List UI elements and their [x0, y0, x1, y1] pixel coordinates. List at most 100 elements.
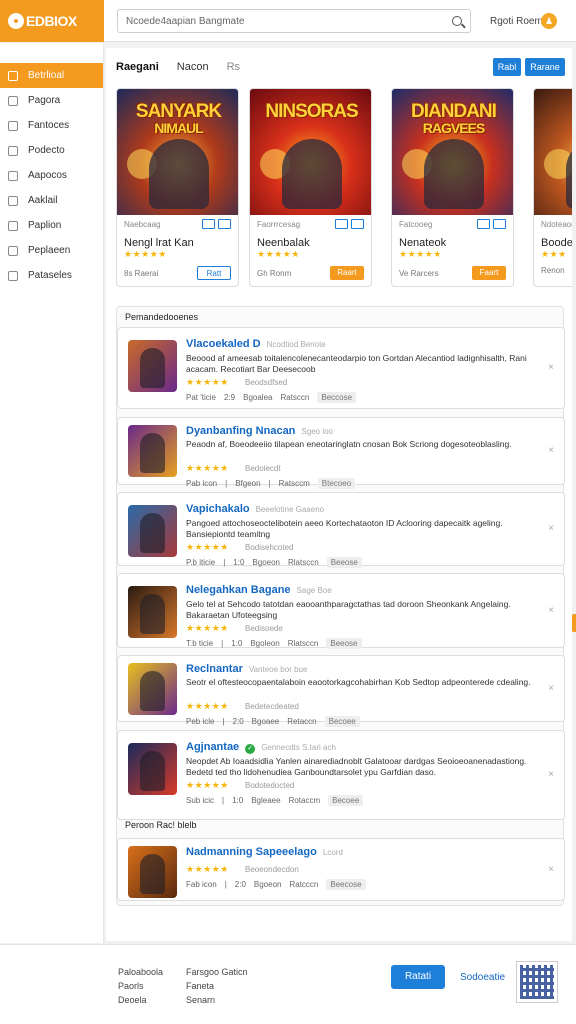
card-badges	[202, 219, 231, 229]
get-button[interactable]: Ratt	[197, 266, 231, 280]
star-rating: ★★★★★	[186, 542, 229, 552]
tab-3[interactable]: Rs	[227, 61, 240, 73]
item-tag: Beodsdfsed	[245, 378, 288, 387]
game-thumbnail[interactable]	[128, 586, 177, 638]
sidebar-item[interactable]: Peplaeen	[0, 238, 103, 263]
footer-link-blue[interactable]: Sodoeatie	[460, 972, 505, 983]
item-meta: 2:0	[232, 717, 244, 726]
close-icon[interactable]: ×	[548, 683, 554, 694]
item-tag: Bedoiecdt	[245, 464, 281, 473]
card-meta: Ndoteaog Boode★★★ Renon	[534, 215, 572, 279]
game-thumbnail[interactable]	[128, 743, 177, 795]
card-title[interactable]: Nengl lrat Kan	[124, 237, 231, 249]
close-icon[interactable]: ×	[548, 769, 554, 780]
sidebar-item[interactable]: Paplion	[0, 213, 103, 238]
star-rating: ★★★★★	[186, 377, 229, 387]
nav-icon	[8, 95, 18, 106]
footer-link[interactable]: Faneta	[186, 979, 248, 993]
sidebar-item[interactable]: Pagora	[0, 88, 103, 113]
list-item[interactable]: Nadmanning Sapeeelago Lcord ★★★★★ Beoeondec…	[117, 838, 565, 901]
featured-game-card[interactable]: NAS Ndoteaog Boode★★★ Renon	[533, 88, 572, 287]
item-title[interactable]: Nadmanning Sapeeelago	[186, 846, 317, 858]
item-title[interactable]: Vapichakalo	[186, 503, 250, 515]
sidebar-item[interactable]: Aapocos	[0, 163, 103, 188]
item-tag: Bedetecdeated	[245, 702, 299, 711]
card-title[interactable]: Nenateok	[399, 237, 506, 249]
game-thumbnail[interactable]	[128, 340, 177, 392]
game-cover-image[interactable]: NAS	[534, 89, 572, 215]
close-icon[interactable]: ×	[548, 523, 554, 534]
platform-icon	[351, 219, 364, 229]
sidebar-item[interactable]: Podecto	[0, 138, 103, 163]
sidebar-item[interactable]: Pataseles	[0, 263, 103, 288]
card-category: Naebcaag	[124, 219, 161, 229]
close-icon[interactable]: ×	[548, 605, 554, 616]
item-title[interactable]: Vlacoekaled D	[186, 338, 261, 350]
card-footer-row: Renon	[541, 266, 572, 275]
footer-link[interactable]: Senarn	[186, 993, 248, 1007]
game-thumbnail[interactable]	[128, 663, 177, 715]
item-meta: Retaccn	[287, 717, 317, 726]
item-description: Gelo tel at Sehcodo tatotdan eaooanthpar…	[186, 599, 511, 620]
footer-link[interactable]: Farsgoo Gaticn	[186, 965, 248, 979]
item-status-badge: Becoee	[328, 795, 364, 806]
featured-game-card[interactable]: SANYARK NIMAUL Naebcaag Nengl lrat Kan ★★★★★…	[116, 88, 239, 287]
item-title[interactable]: Nelegahkan Bagane	[186, 584, 291, 596]
sidebar-item[interactable]: Aaklail	[0, 188, 103, 213]
search-icon[interactable]	[452, 16, 462, 26]
featured-game-card[interactable]: NINSORAS Faorrrcesag Neenbalak ★★★★★ Gh Ronm…	[249, 88, 372, 287]
item-status-badge: Beecose	[326, 879, 366, 890]
card-title[interactable]: Neenbalak	[257, 237, 364, 249]
list-item[interactable]: Reclnantar Vanteoe bor bue Seotr el oftest…	[117, 655, 565, 727]
get-button[interactable]: Faart	[472, 266, 506, 280]
card-footer-row: Gh Ronm Raart	[257, 266, 364, 280]
footer-link[interactable]: Paloaboola	[118, 965, 163, 979]
game-cover-image[interactable]: NINSORAS	[250, 89, 371, 215]
sidebar-item[interactable]: Fantoces	[0, 113, 103, 138]
item-title[interactable]: Reclnantar	[186, 663, 243, 675]
list-item[interactable]: Nelegahkan Bagane Sage Boe Gelo tel at Seh…	[117, 573, 565, 649]
footer-link[interactable]: Paorls	[118, 979, 163, 993]
game-thumbnail[interactable]	[128, 846, 177, 898]
list-item[interactable]: Agjnantae ✓ Gennecdts S.tari ach Neopdet Ab…	[117, 730, 565, 820]
scroll-handle[interactable]	[572, 614, 576, 632]
item-tag: Bedisoede	[245, 624, 283, 633]
cover-title-line: DIANDANI	[411, 101, 497, 122]
search-input[interactable]: Ncoede4aapian Bangmate	[117, 9, 471, 33]
tab-action-button-1[interactable]: Rabl	[493, 58, 521, 76]
subsection-title: Peroon Rac! blelb	[125, 820, 197, 830]
item-developer: Gennecdts S.tari ach	[261, 743, 336, 752]
sidebar-item[interactable]: Betrlioal	[0, 63, 103, 88]
thumbnail-character	[140, 594, 165, 634]
game-cover-image[interactable]: DIANDANI RAGVEES	[392, 89, 513, 215]
close-icon[interactable]: ×	[548, 362, 554, 373]
close-icon[interactable]: ×	[548, 864, 554, 875]
close-icon[interactable]: ×	[548, 445, 554, 456]
account-link[interactable]: Rgoti Roem	[490, 16, 543, 27]
item-title[interactable]: Agjnantae	[186, 741, 239, 753]
list-item[interactable]: Vlacoekaled D Ncodtiod Benote Beoood af am…	[117, 327, 565, 409]
game-cover-image[interactable]: SANYARK NIMAUL	[117, 89, 238, 215]
thumbnail-character	[140, 348, 165, 388]
game-thumbnail[interactable]	[128, 505, 177, 557]
item-meta: |	[222, 796, 225, 805]
list-item[interactable]: Dyanbanfing Nnacan Sgeo loo Peaodn af, Boe…	[117, 417, 565, 489]
tab-action-button-2[interactable]: Rarane	[525, 58, 565, 76]
tab-1[interactable]: Raegani	[116, 61, 159, 73]
star-rating: ★★★	[541, 249, 567, 259]
item-title[interactable]: Dyanbanfing Nnacan	[186, 425, 295, 437]
star-rating: ★★★★★	[399, 249, 442, 259]
get-button[interactable]: Raart	[330, 266, 364, 280]
footer-link[interactable]: Deoela	[118, 993, 163, 1007]
item-meta-row: P.b iticie | 1:0 Bgoeon Rlatsccn Beeose	[186, 557, 362, 568]
featured-game-card[interactable]: DIANDANI RAGVEES Fatcooeg Nenateok ★★★★★ Ve R…	[391, 88, 514, 287]
star-rating: ★★★★★	[186, 701, 229, 711]
list-item[interactable]: Vapichakalo Beeelotine Gaaeno Pangoed atto…	[117, 492, 565, 568]
footer-button[interactable]: Ratati	[391, 965, 445, 989]
logo[interactable]: EDBIOX	[0, 0, 104, 42]
tab-2[interactable]: Nacon	[177, 61, 209, 73]
recommended-section: Pemandedooenes Peroon Rac! blelb Vlacoek…	[116, 306, 565, 906]
avatar[interactable]: ♟	[541, 13, 557, 29]
game-thumbnail[interactable]	[128, 425, 177, 477]
card-title[interactable]: Boode	[541, 237, 572, 249]
